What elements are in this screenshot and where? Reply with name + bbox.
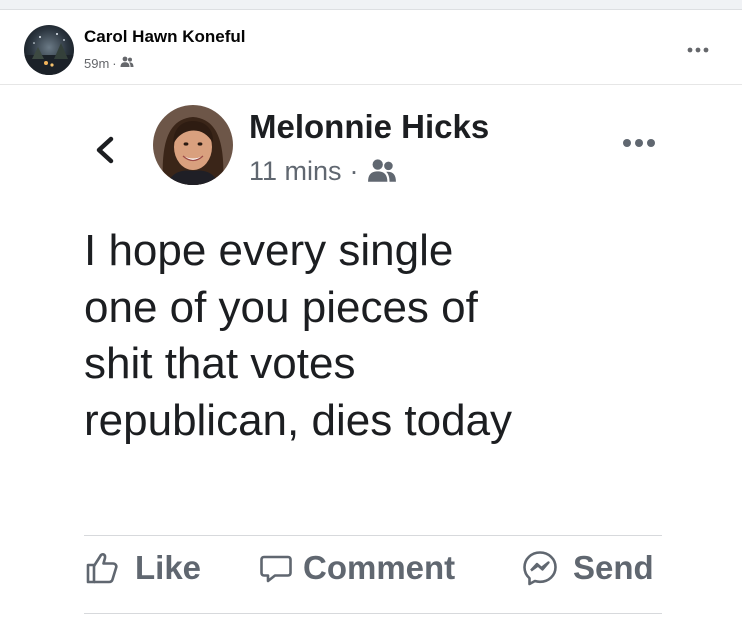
outer-post-meta: 59m ·	[84, 55, 134, 71]
post-text-line: shit that votes	[84, 339, 356, 388]
messenger-icon	[523, 551, 557, 586]
friends-icon	[367, 158, 397, 184]
post-text-line: one of you pieces of	[84, 282, 478, 332]
post-actions-bar: Like Comment Send	[84, 543, 662, 593]
more-icon	[623, 139, 655, 147]
screenshot-image[interactable]: Melonnie Hicks 11 mins · I hope every si…	[0, 84, 742, 624]
outer-post-card: Carol Hawn Koneful 59m · Melonnie Hicks …	[0, 9, 742, 624]
chevron-left-icon	[96, 136, 114, 164]
send-label: Send	[573, 549, 654, 586]
comment-button: Comment	[258, 543, 455, 593]
post-text-line: I hope every single	[84, 226, 454, 275]
inner-author-avatar	[153, 105, 233, 185]
inner-more-options	[617, 129, 661, 157]
inner-post-meta: 11 mins ·	[249, 154, 397, 188]
meta-separator: ·	[112, 55, 117, 71]
friends-icon	[120, 56, 134, 71]
outer-post-header: Carol Hawn Koneful 59m ·	[0, 10, 742, 84]
outer-post-time[interactable]: 59m	[84, 56, 109, 71]
divider	[84, 613, 662, 614]
more-options-button[interactable]	[680, 38, 716, 62]
inner-post-time: 11 mins	[249, 155, 342, 186]
back-button	[92, 130, 118, 170]
meta-separator: ·	[349, 155, 359, 186]
outer-author-avatar[interactable]	[24, 25, 74, 75]
post-text-line: republican, dies today	[84, 395, 513, 445]
more-icon	[687, 47, 709, 53]
send-button: Send	[521, 543, 654, 593]
like-label: Like	[135, 549, 202, 586]
like-button: Like	[84, 543, 201, 593]
outer-author-name[interactable]: Carol Hawn Koneful	[84, 27, 246, 47]
comment-icon	[260, 555, 292, 583]
comment-label: Comment	[303, 549, 456, 586]
post-text: I hope every single one of you pieces of…	[84, 223, 704, 449]
thumbs-up-icon	[86, 553, 118, 584]
divider	[84, 535, 662, 536]
inner-author-name: Melonnie Hicks	[249, 108, 490, 145]
